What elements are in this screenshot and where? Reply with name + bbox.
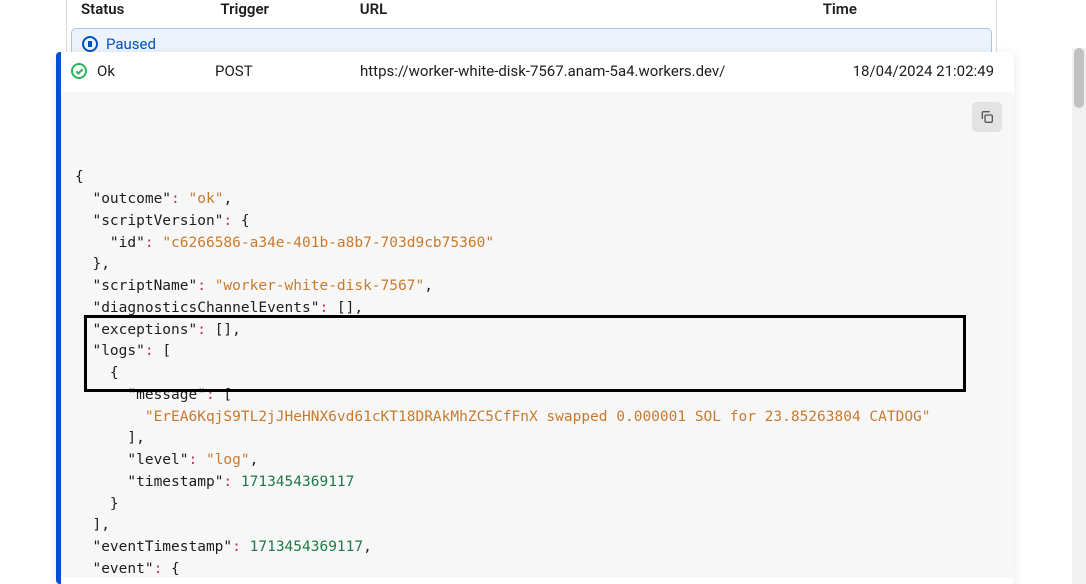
- event-detail-header: Ok POST https://worker-white-disk-7567.a…: [61, 52, 1014, 92]
- json-viewer[interactable]: { "outcome": "ok", "scriptVersion": { "i…: [61, 92, 1014, 578]
- col-time-header: Time: [823, 0, 982, 18]
- detail-trigger: POST: [215, 62, 360, 80]
- detail-status: Ok: [71, 62, 215, 80]
- paused-label: Paused: [106, 35, 156, 53]
- scrollbar[interactable]: [1072, 48, 1086, 584]
- detail-status-text: Ok: [97, 62, 115, 80]
- json-content: { "outcome": "ok", "scriptVersion": { "i…: [75, 167, 1000, 578]
- event-detail-panel: Ok POST https://worker-white-disk-7567.a…: [56, 52, 1014, 584]
- detail-time: 18/04/2024 21:02:49: [853, 62, 994, 80]
- log-viewer: Status Trigger URL Time Paused Ok POST h…: [0, 0, 1086, 584]
- col-trigger-header: Trigger: [220, 0, 359, 18]
- table-header: Status Trigger URL Time: [67, 0, 996, 28]
- pause-icon: [82, 36, 98, 52]
- scrollbar-thumb[interactable]: [1074, 48, 1084, 108]
- copy-button[interactable]: [972, 102, 1002, 132]
- detail-url: https://worker-white-disk-7567.anam-5a4.…: [360, 62, 853, 80]
- col-status-header: Status: [81, 0, 220, 18]
- col-url-header: URL: [360, 0, 823, 18]
- copy-icon: [979, 109, 995, 125]
- check-circle-icon: [71, 63, 87, 79]
